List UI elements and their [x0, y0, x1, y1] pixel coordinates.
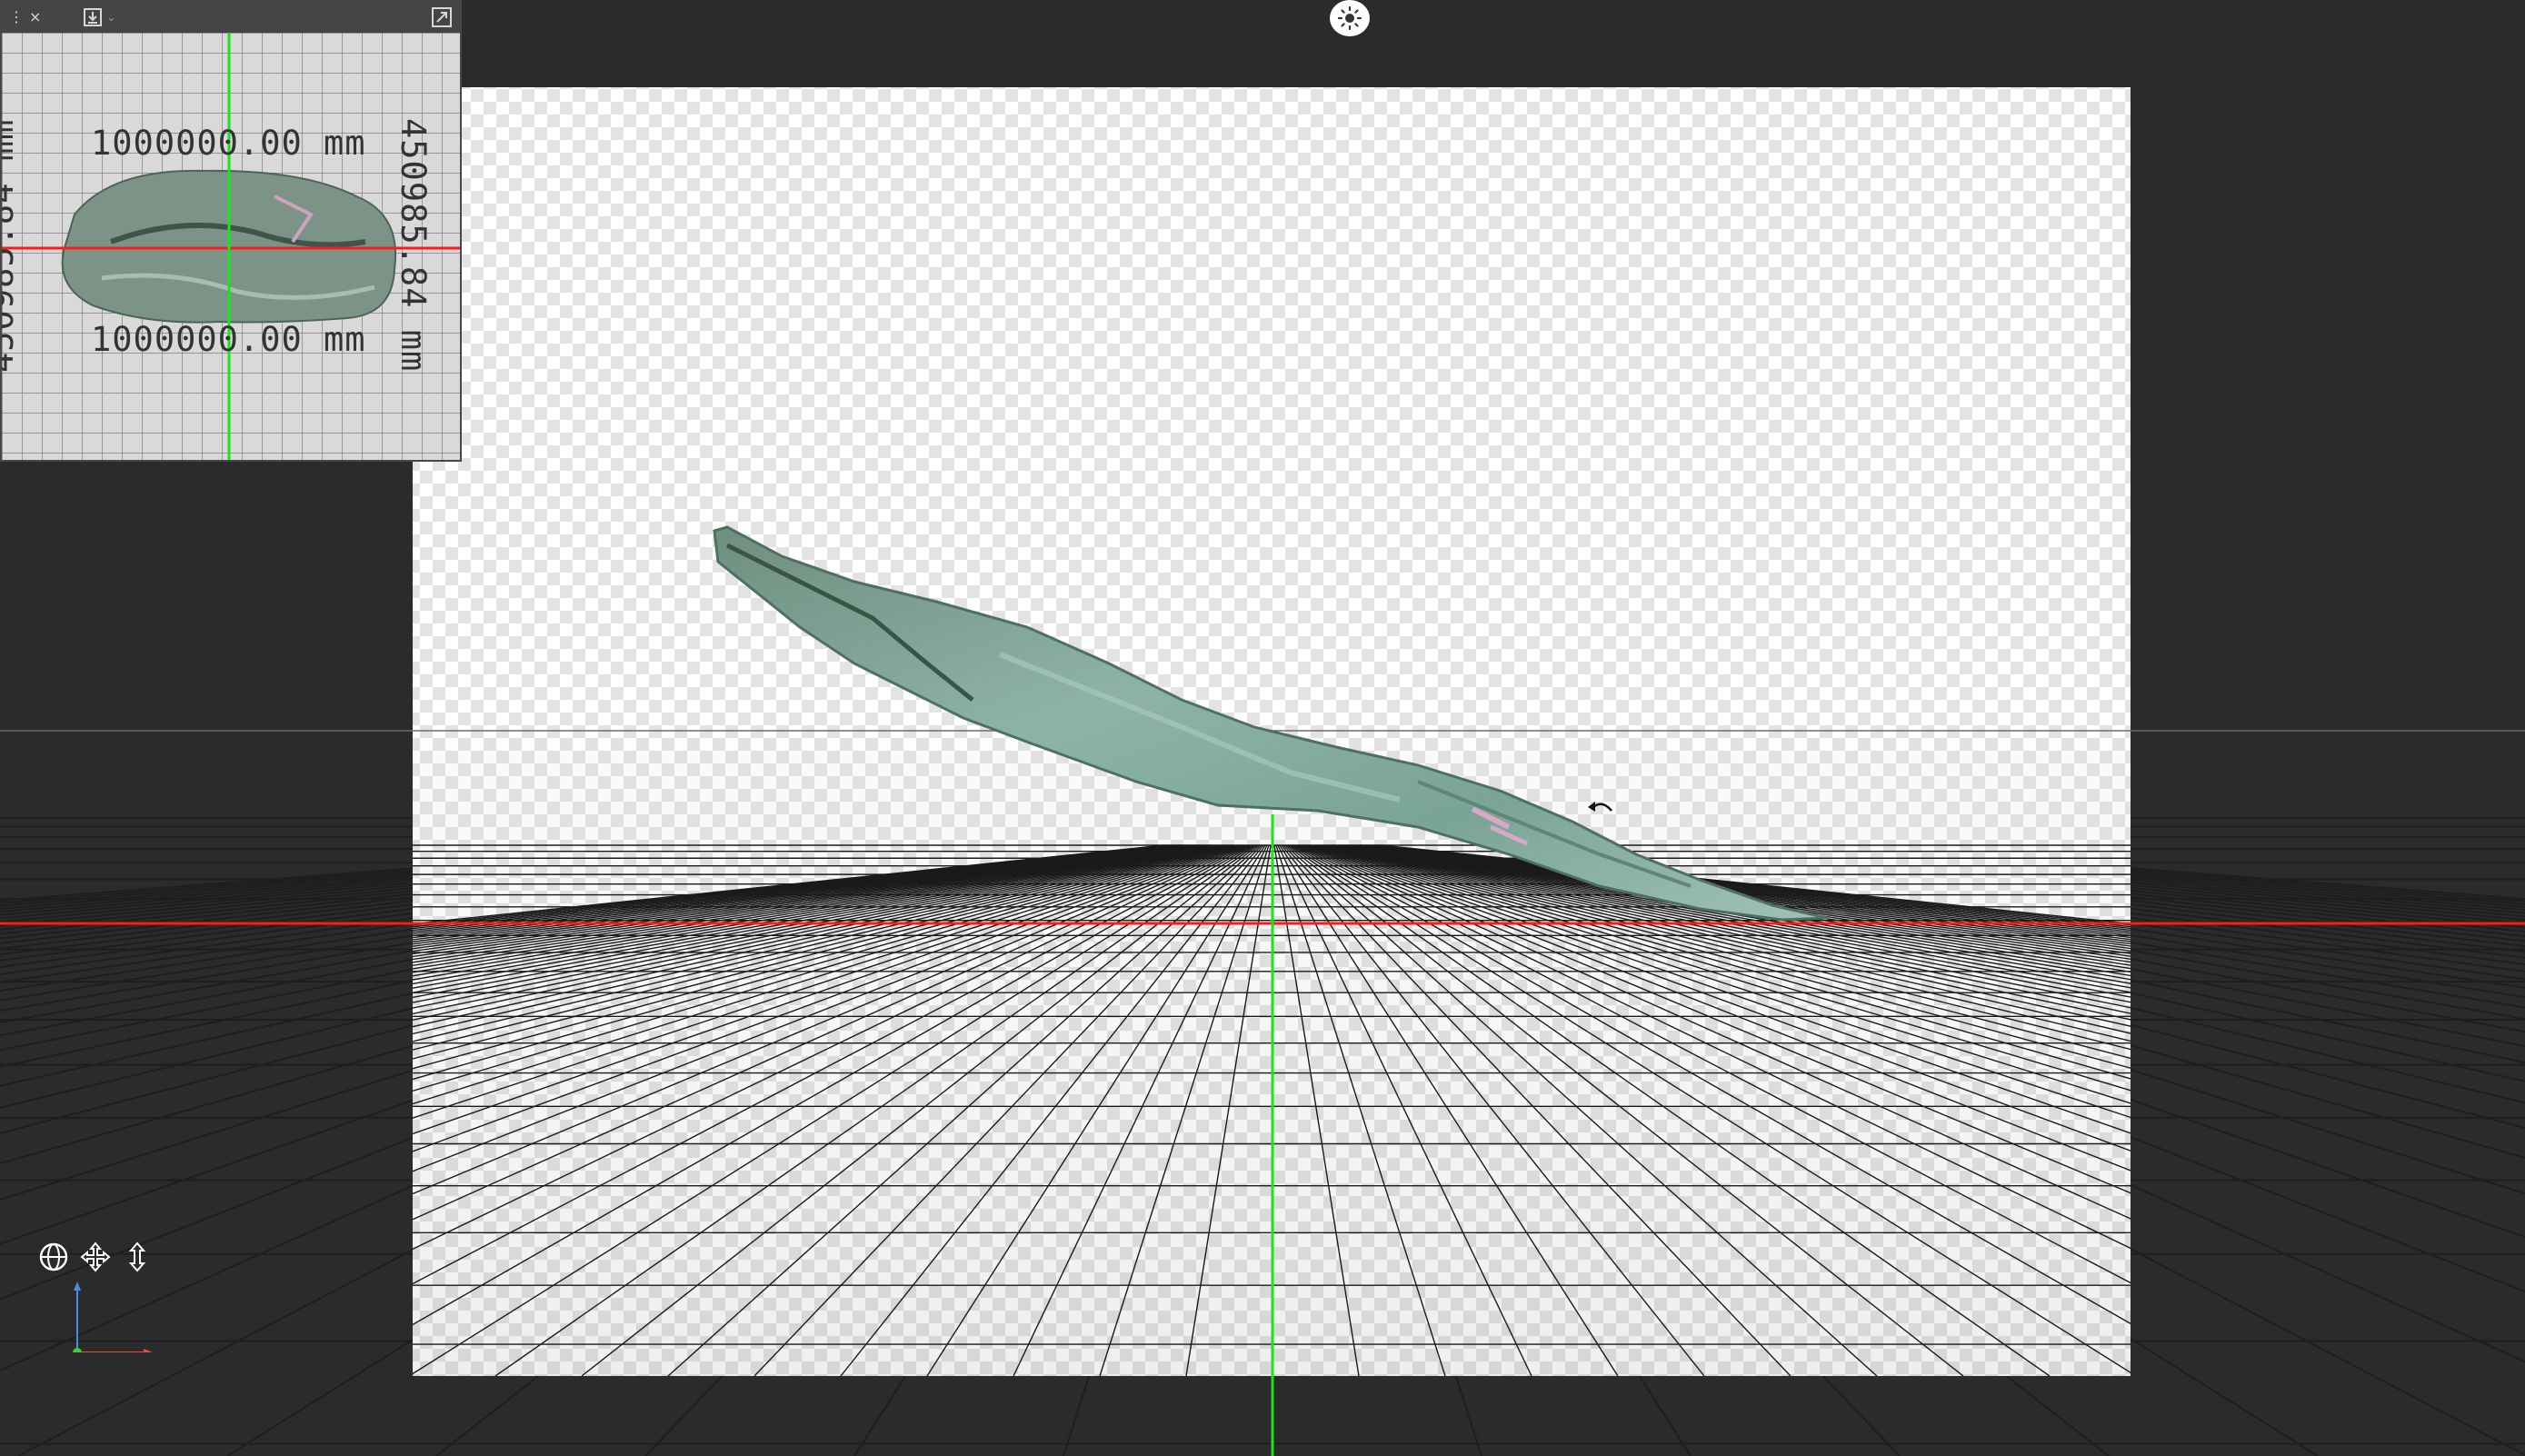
vertical-arrow-zoom-icon	[128, 1242, 146, 1272]
grip-menu-icon[interactable]: ⋮	[9, 2, 24, 33]
navigation-toolbar	[36, 1240, 155, 1274]
light-toggle-button[interactable]	[1330, 0, 1370, 36]
axis-gizmo	[73, 1281, 153, 1352]
navigator-map[interactable]	[2, 33, 460, 460]
navigator-panel[interactable]: ⋮ × ⌄ 1000000.00 mm 1000000.00 mm 450985…	[0, 0, 462, 462]
navigator-titlebar[interactable]: ⋮ × ⌄	[2, 2, 460, 33]
pan-tool-button[interactable]	[78, 1240, 113, 1274]
rotate-cursor-icon	[1588, 802, 1612, 812]
dimension-bottom-label: 1000000.00 mm	[91, 320, 366, 359]
dimension-left-label: 450985.84 mm	[0, 118, 21, 373]
sun-light-icon	[1337, 5, 1362, 31]
zoom-tool-button[interactable]	[120, 1240, 155, 1274]
globe-orbit-icon	[39, 1242, 68, 1272]
move-cross-arrows-icon	[80, 1242, 111, 1272]
close-icon[interactable]: ×	[29, 2, 41, 33]
orbit-tool-button[interactable]	[36, 1240, 71, 1274]
save-download-icon[interactable]	[83, 7, 103, 27]
dimension-right-label: 450985.84 mm	[394, 118, 433, 373]
dimension-top-label: 1000000.00 mm	[91, 124, 366, 163]
chevron-down-icon[interactable]: ⌄	[106, 11, 115, 24]
3d-viewport[interactable]: ⋮ × ⌄ 1000000.00 mm 1000000.00 mm 450985…	[0, 0, 2525, 1456]
expand-panel-icon[interactable]	[431, 6, 453, 28]
